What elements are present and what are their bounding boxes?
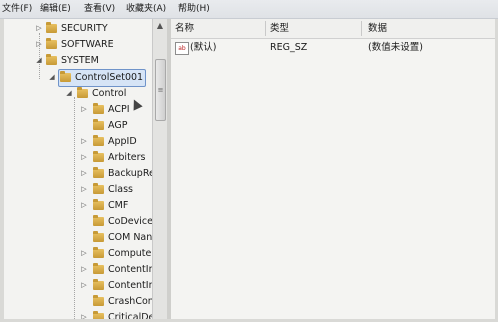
tree-node-label: SYSTEM <box>61 55 99 66</box>
folder-icon <box>93 247 104 258</box>
tree-node-arbiters[interactable]: ▷ Arbiters <box>4 150 152 165</box>
tree-node-criticaldevicedatabase[interactable]: ▷ CriticalDe <box>4 310 152 319</box>
tree-node-label: ContentIn <box>108 280 153 291</box>
folder-icon <box>60 71 71 82</box>
folder-icon <box>93 183 104 194</box>
tree-node-system[interactable]: ◢ SYSTEM <box>4 53 152 68</box>
tree-node-label: ContentIn <box>108 264 153 275</box>
tree-node-label: SOFTWARE <box>61 39 114 50</box>
menu-edit[interactable]: 编辑(E) <box>38 0 73 18</box>
folder-icon <box>93 135 104 146</box>
tree-node-label: Class <box>108 184 133 195</box>
tree-node-contentindex[interactable]: ▷ ContentIn <box>4 262 152 277</box>
collapse-arrow-icon[interactable]: ◢ <box>65 86 73 101</box>
expand-arrow-icon[interactable]: ▷ <box>80 166 88 181</box>
tree-node-agp[interactable]: AGP <box>4 118 152 133</box>
tree-node-cmf[interactable]: ▷ CMF <box>4 198 152 213</box>
tree-node-com-name-arbiter[interactable]: COM Nan <box>4 230 152 245</box>
tree-node-label: COM Nan <box>108 232 153 243</box>
folder-icon <box>93 119 104 130</box>
folder-icon <box>46 22 57 33</box>
folder-icon <box>93 279 104 290</box>
folder-icon <box>93 151 104 162</box>
tree-node-contentindexcommon[interactable]: ▷ ContentIn <box>4 278 152 293</box>
scroll-up-arrow-icon[interactable]: ▲ <box>153 19 167 33</box>
tree-node-label: CMF <box>108 200 129 211</box>
column-header-row: 名称 类型 数据 <box>171 19 495 39</box>
folder-icon <box>46 38 57 49</box>
tree-node-crashcontrol[interactable]: CrashCon <box>4 294 152 309</box>
menu-favorites[interactable]: 收藏夹(A) <box>124 0 168 18</box>
string-value-icon: ab <box>175 42 189 55</box>
tree-node-appid[interactable]: ▷ AppID <box>4 134 152 149</box>
menu-file[interactable]: 文件(F) <box>0 0 34 18</box>
value-name: (默认) <box>190 42 217 53</box>
tree-vertical-scrollbar[interactable]: ▲ ≡ <box>152 19 167 319</box>
tree-node-label: AppID <box>108 136 137 147</box>
expand-arrow-icon[interactable]: ▷ <box>80 134 88 149</box>
expand-arrow-icon[interactable]: ▷ <box>80 278 88 293</box>
tree-node-acpi[interactable]: ▷ ACPI <box>4 102 152 117</box>
folder-icon <box>77 87 88 98</box>
expand-arrow-icon[interactable]: ▷ <box>35 21 43 36</box>
value-row[interactable]: ab (默认) REG_SZ (数值未设置) <box>171 40 495 56</box>
collapse-arrow-icon[interactable]: ◢ <box>48 70 56 85</box>
tree-node-label: CrashCon <box>108 296 153 307</box>
expand-arrow-icon[interactable]: ▷ <box>80 182 88 197</box>
tree-node-codeviceinstallers[interactable]: CoDeviceI <box>4 214 152 229</box>
registry-values-list[interactable]: 名称 类型 数据 ab (默认) REG_SZ (数值未设置) <box>171 19 495 319</box>
value-data: (数值未设置) <box>368 42 423 53</box>
folder-icon <box>93 103 104 114</box>
folder-icon <box>46 54 57 65</box>
tree-node-label: SECURITY <box>61 23 108 34</box>
tree-node-label: CoDeviceI <box>108 216 153 227</box>
tree-node-control[interactable]: ◢ Control <box>4 86 152 101</box>
tree-node-security[interactable]: ▷ SECURITY <box>4 21 152 36</box>
column-header-type[interactable]: 类型 <box>270 19 289 38</box>
column-separator[interactable] <box>265 21 266 36</box>
folder-icon <box>93 231 104 242</box>
tree-node-label: Arbiters <box>108 152 146 163</box>
column-header-data[interactable]: 数据 <box>368 19 387 38</box>
collapse-arrow-icon[interactable]: ◢ <box>35 53 43 68</box>
menu-bar: 文件(F) 编辑(E) 查看(V) 收藏夹(A) 帮助(H) <box>0 0 498 19</box>
scroll-thumb[interactable]: ≡ <box>155 59 166 121</box>
folder-icon <box>93 311 104 319</box>
expand-arrow-icon[interactable]: ▷ <box>80 262 88 277</box>
expand-arrow-icon[interactable]: ▷ <box>80 102 88 117</box>
tree-node-label: AGP <box>108 120 128 131</box>
tree-node-class[interactable]: ▷ Class <box>4 182 152 197</box>
folder-icon <box>93 215 104 226</box>
tree-node-label: Control <box>92 88 127 99</box>
registry-tree[interactable]: ▷ SECURITY ▷ SOFTWARE ◢ SYSTEM ◢ Control… <box>4 19 153 319</box>
tree-node-label: ControlSet001 <box>75 72 144 83</box>
tree-node-label: ACPI <box>108 104 130 115</box>
expand-arrow-icon[interactable]: ▷ <box>35 37 43 52</box>
value-type: REG_SZ <box>270 42 308 53</box>
tree-node-controlset001[interactable]: ◢ ControlSet001 <box>4 70 152 85</box>
folder-icon <box>93 199 104 210</box>
tree-node-backuprestore[interactable]: ▷ BackupRe <box>4 166 152 181</box>
tree-node-computername[interactable]: ▷ Computer <box>4 246 152 261</box>
expand-arrow-icon[interactable]: ▷ <box>80 246 88 261</box>
folder-icon <box>93 295 104 306</box>
expand-arrow-icon[interactable]: ▷ <box>80 198 88 213</box>
column-separator[interactable] <box>361 21 362 36</box>
column-header-name[interactable]: 名称 <box>175 19 194 38</box>
tree-node-label: BackupRe <box>108 168 153 179</box>
tree-node-label: Computer <box>108 248 153 259</box>
menu-view[interactable]: 查看(V) <box>82 0 117 18</box>
expand-arrow-icon[interactable]: ▷ <box>80 150 88 165</box>
tree-node-label: CriticalDe <box>108 312 153 319</box>
folder-icon <box>93 263 104 274</box>
menu-help[interactable]: 帮助(H) <box>176 0 212 18</box>
tree-node-software[interactable]: ▷ SOFTWARE <box>4 37 152 52</box>
expand-arrow-icon[interactable]: ▷ <box>80 310 88 319</box>
folder-icon <box>93 167 104 178</box>
